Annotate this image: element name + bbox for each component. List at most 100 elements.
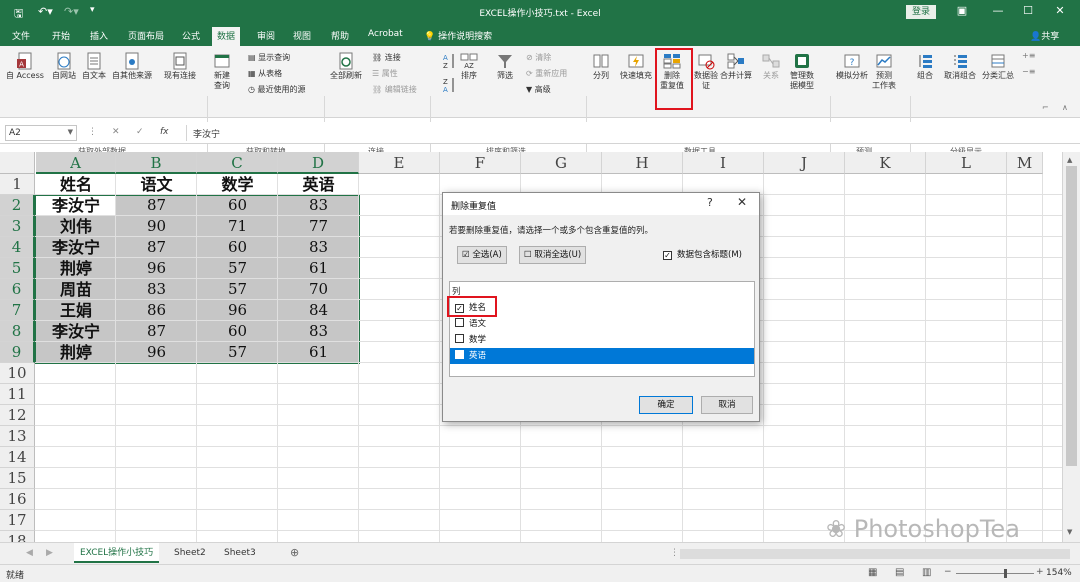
cancel-entry-icon[interactable]: ✕	[112, 127, 120, 137]
consolidate-button[interactable]: 合并计算	[720, 52, 752, 81]
subtotal-button[interactable]: 分类汇总	[982, 52, 1014, 81]
recent-sources-button[interactable]: ◷ 最近使用的源	[248, 84, 306, 95]
next-sheet-icon[interactable]: ▶	[40, 543, 59, 563]
login-button[interactable]: 登录	[906, 5, 936, 19]
name-box-dropdown-icon[interactable]: ▼	[68, 128, 73, 136]
column-header-l[interactable]: L	[926, 152, 1007, 174]
row-header-3[interactable]: 3	[0, 216, 35, 237]
column-header-i[interactable]: I	[683, 152, 764, 174]
tab-help[interactable]: 帮助	[331, 29, 349, 42]
column-header-e[interactable]: E	[359, 152, 440, 174]
score-cell[interactable]: 96	[197, 300, 278, 321]
column-header-c[interactable]: C	[197, 152, 278, 174]
insert-function-icon[interactable]: fx	[160, 127, 169, 137]
vertical-scroll-thumb[interactable]	[1066, 166, 1077, 466]
score-cell[interactable]: 83	[116, 279, 197, 300]
row-header-10[interactable]: 10	[0, 363, 35, 384]
from-other-sources-button[interactable]: 自其他来源	[112, 52, 152, 81]
score-cell[interactable]: 60	[197, 321, 278, 342]
ribbon-display-icon[interactable]: ▣	[952, 4, 972, 17]
sort-button[interactable]: AZ 排序	[460, 52, 478, 81]
tab-view[interactable]: 视图	[293, 29, 311, 42]
ok-button[interactable]: 确定	[639, 396, 693, 414]
name-cell[interactable]: 李汝宁	[36, 237, 116, 258]
score-cell[interactable]: 96	[116, 342, 197, 363]
edit-links-button[interactable]: ⛓ 编辑链接	[372, 84, 417, 95]
from-text-button[interactable]: 自文本	[82, 52, 106, 81]
row-header-2[interactable]: 2	[0, 195, 35, 216]
existing-connections-button[interactable]: 现有连接	[164, 52, 196, 81]
data-validation-button[interactable]: 数据验证	[694, 52, 718, 91]
column-header-d[interactable]: D	[278, 152, 359, 174]
refresh-all-button[interactable]: 全部刷新	[330, 52, 362, 81]
collapse-ribbon-icon[interactable]: ∧	[1062, 102, 1068, 113]
vertical-scrollbar[interactable]: ▲ ▼	[1062, 152, 1080, 542]
score-cell[interactable]: 83	[278, 237, 359, 258]
group-button[interactable]: 组合	[916, 52, 934, 81]
scroll-up-icon[interactable]: ▲	[1067, 156, 1072, 164]
column-header-f[interactable]: F	[440, 152, 521, 174]
column-header-g[interactable]: G	[521, 152, 602, 174]
score-cell[interactable]: 57	[197, 258, 278, 279]
score-cell[interactable]: 87	[116, 321, 197, 342]
tab-formulas[interactable]: 公式	[182, 29, 200, 42]
from-web-button[interactable]: 自网站	[52, 52, 76, 81]
dialog-close-icon[interactable]: ✕	[737, 195, 747, 209]
score-cell[interactable]: 61	[278, 258, 359, 279]
formula-input[interactable]: 李汝宁	[186, 125, 1074, 141]
column-header-j[interactable]: J	[764, 152, 845, 174]
forecast-sheet-button[interactable]: 预测 工作表	[872, 52, 896, 91]
tab-page-layout[interactable]: 页面布局	[128, 29, 164, 42]
row-header-16[interactable]: 16	[0, 489, 35, 510]
clear-filter-button[interactable]: ⊘ 清除	[526, 52, 551, 63]
add-sheet-icon[interactable]: ⊕	[284, 543, 305, 563]
connections-button[interactable]: ⛓ 连接	[372, 52, 401, 63]
name-cell[interactable]: 王娟	[36, 300, 116, 321]
score-cell[interactable]: 83	[278, 321, 359, 342]
from-table-button[interactable]: ▦ 从表格	[248, 68, 282, 79]
zoom-out-icon[interactable]: −	[944, 567, 952, 577]
column-item-chinese[interactable]: 语文	[450, 316, 754, 332]
cancel-button[interactable]: 取消	[701, 396, 753, 414]
reapply-button[interactable]: ⟳ 重新应用	[526, 68, 567, 79]
column-header-a[interactable]: A	[36, 152, 116, 174]
row-header-8[interactable]: 8	[0, 321, 35, 342]
score-cell[interactable]: 71	[197, 216, 278, 237]
row-header-4[interactable]: 4	[0, 237, 35, 258]
row-header-17[interactable]: 17	[0, 510, 35, 531]
zoom-level[interactable]: 154%	[1046, 568, 1072, 578]
row-header-15[interactable]: 15	[0, 468, 35, 489]
score-cell[interactable]: 96	[116, 258, 197, 279]
manage-data-model-button[interactable]: 管理数 据模型	[790, 52, 814, 91]
hide-detail-icon[interactable]: −≡	[1022, 66, 1035, 77]
column-header-m[interactable]: M	[1007, 152, 1043, 174]
select-all-corner[interactable]	[0, 152, 35, 174]
score-cell[interactable]: 77	[278, 216, 359, 237]
flash-fill-button[interactable]: 快速填充	[620, 52, 652, 81]
advanced-filter-button[interactable]: ▼ 高级	[526, 84, 551, 95]
sort-za-button[interactable]: ZA	[438, 76, 460, 95]
header-cell[interactable]: 语文	[116, 174, 197, 195]
tab-home[interactable]: 开始	[52, 29, 70, 42]
maximize-icon[interactable]: ☐	[1018, 4, 1038, 17]
row-header-11[interactable]: 11	[0, 384, 35, 405]
row-header-12[interactable]: 12	[0, 405, 35, 426]
sheet-tab-sheet2[interactable]: Sheet2	[168, 543, 212, 563]
unselect-all-button[interactable]: ☐ 取消全选(U)	[519, 246, 587, 264]
tab-file[interactable]: 文件	[12, 29, 30, 42]
row-header-13[interactable]: 13	[0, 426, 35, 447]
score-cell[interactable]: 60	[197, 195, 278, 216]
score-cell[interactable]: 60	[197, 237, 278, 258]
minimize-icon[interactable]: —	[988, 4, 1008, 17]
sort-az-button[interactable]: AZ	[438, 52, 460, 71]
column-checkbox-chinese[interactable]	[455, 318, 464, 327]
score-cell[interactable]: 84	[278, 300, 359, 321]
has-headers-checkbox[interactable]: ✓ 数据包含标题(M)	[663, 248, 742, 260]
name-cell[interactable]: 荆婷	[36, 258, 116, 279]
prev-sheet-icon[interactable]: ◀	[20, 543, 39, 563]
scroll-down-icon[interactable]: ▼	[1067, 528, 1072, 536]
help-icon[interactable]: ?	[707, 196, 713, 209]
row-header-7[interactable]: 7	[0, 300, 35, 321]
column-checkbox-english[interactable]	[455, 350, 464, 359]
row-header-1[interactable]: 1	[0, 174, 35, 195]
